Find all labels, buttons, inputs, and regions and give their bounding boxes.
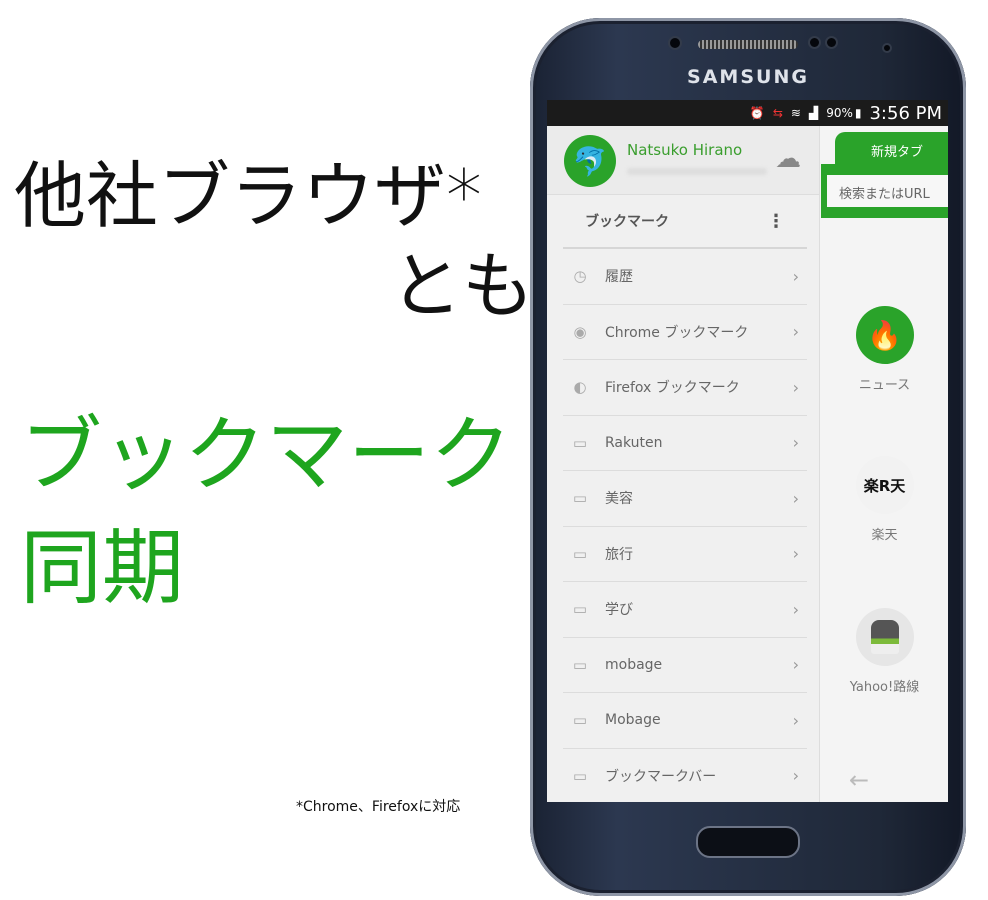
bookmark-item[interactable]: ▭ 学び › — [563, 582, 807, 638]
user-email-blurred — [627, 168, 767, 175]
url-input[interactable]: 検索またはURL — [827, 175, 948, 207]
signal-icon: ▟ — [808, 106, 819, 120]
browser-panel: 新規タブ 検索またはURL 🔥 ニュース 楽R天 楽天 Yahoo!路線 ← → — [821, 126, 948, 802]
battery-percent: 90% — [826, 106, 853, 120]
bookmark-label: 旅行 — [605, 546, 633, 563]
data-transfer-icon: ⇆ — [772, 106, 783, 120]
wifi-icon: ≋ — [790, 106, 801, 120]
chevron-right-icon: › — [792, 433, 799, 453]
nav-bar: ← → — [849, 766, 948, 794]
bookmark-item[interactable]: ◉ Chrome ブックマーク › — [563, 305, 807, 360]
chevron-right-icon: › — [792, 599, 799, 619]
front-camera-icon — [882, 43, 892, 53]
phone-screen: ⏰ ⇆ ≋ ▟ 90% ▮ 3:56 PM 🐬 Natsuko Hirano ☁… — [547, 100, 948, 802]
folder-icon: ▭ — [572, 655, 588, 674]
headline-line4: 同期 — [20, 521, 185, 616]
chrome-icon: ◉ — [573, 322, 587, 341]
headline-line2: とも — [390, 244, 535, 328]
footnote: *Chrome、Firefoxに対応 — [296, 799, 461, 815]
bookmark-label: 美容 — [605, 491, 633, 508]
chevron-right-icon: › — [792, 710, 799, 730]
back-arrow-icon[interactable]: ← — [849, 766, 869, 794]
speed-dial-news[interactable]: 🔥 ニュース — [821, 306, 948, 393]
speed-dial-label: ニュース — [858, 378, 911, 393]
sensor-icon — [825, 36, 838, 49]
chevron-right-icon: › — [792, 655, 799, 675]
sensor-icon — [668, 36, 682, 50]
bookmark-label: mobage — [605, 656, 663, 673]
bookmark-label: ブックマークバー — [605, 768, 717, 785]
train-icon — [855, 608, 914, 666]
speed-dial-label: Yahoo!路線 — [849, 680, 920, 695]
bookmark-label: Chrome ブックマーク — [605, 324, 749, 341]
speed-dial-rakuten[interactable]: 楽R天 楽天 — [821, 456, 948, 543]
speed-dial-yahoo-route[interactable]: Yahoo!路線 — [821, 608, 948, 695]
status-bar: ⏰ ⇆ ≋ ▟ 90% ▮ 3:56 PM — [547, 100, 948, 126]
bookmark-item[interactable]: ▭ 美容 › — [563, 471, 807, 527]
clock: 3:56 PM — [869, 102, 942, 124]
clock-icon: ◷ — [573, 267, 587, 286]
alarm-icon: ⏰ — [749, 106, 765, 120]
folder-icon: ▭ — [572, 711, 588, 730]
rakuten-logo: 楽R天 — [855, 456, 914, 514]
folder-icon: ▭ — [572, 489, 588, 508]
bookmark-item[interactable]: ▭ Mobage › — [563, 693, 807, 749]
section-title: ブックマーク — [585, 214, 669, 230]
chevron-right-icon: › — [792, 322, 799, 342]
dolphin-logo-icon: 🐬 — [564, 135, 616, 187]
flame-icon: 🔥 — [855, 306, 914, 364]
bookmark-label: Firefox ブックマーク — [605, 380, 740, 397]
chevron-right-icon: › — [792, 766, 799, 786]
folder-icon: ▭ — [572, 544, 588, 563]
cloud-sync-icon[interactable]: ☁ — [775, 144, 801, 174]
bookmark-drawer: 🐬 Natsuko Hirano ☁ ブックマーク ⋮ ◷ 履歴 › ◉ Chrome … — [547, 126, 820, 802]
speed-dial-label: 楽天 — [871, 528, 898, 543]
bookmark-item[interactable]: ▭ ブックマークバー › — [563, 749, 807, 803]
account-header[interactable]: 🐬 Natsuko Hirano ☁ — [547, 126, 819, 195]
headline-line1: 他社ブラウザ* — [14, 154, 483, 238]
chevron-right-icon: › — [792, 488, 799, 508]
firefox-icon: ◐ — [573, 378, 587, 397]
chevron-right-icon: › — [792, 544, 799, 564]
user-name: Natsuko Hirano — [627, 141, 743, 159]
bookmark-item[interactable]: ◷ 履歴 › — [563, 249, 807, 305]
folder-icon: ▭ — [572, 766, 588, 785]
brand-logo: SAMSUNG — [687, 66, 809, 88]
battery-icon: ▮ — [854, 106, 862, 120]
sensor-icon — [808, 36, 821, 49]
chevron-right-icon: › — [792, 377, 799, 397]
tab-new[interactable]: 新規タブ — [835, 132, 948, 164]
chevron-right-icon: › — [792, 266, 799, 286]
bookmark-label: 履歴 — [605, 269, 633, 286]
bookmark-item[interactable]: ▭ mobage › — [563, 638, 807, 693]
bookmark-label: 学び — [605, 602, 633, 619]
speaker-grille — [698, 40, 798, 49]
bookmark-label: Rakuten — [605, 434, 663, 451]
tab-bar: 新規タブ 検索またはURL — [821, 126, 948, 221]
folder-icon: ▭ — [572, 600, 588, 619]
bookmark-item[interactable]: ▭ 旅行 › — [563, 527, 807, 582]
more-menu-icon[interactable]: ⋮ — [767, 211, 785, 232]
folder-icon: ▭ — [572, 433, 588, 452]
bookmark-label: Mobage — [605, 712, 661, 729]
bookmark-item[interactable]: ▭ Rakuten › — [563, 416, 807, 471]
section-header: ブックマーク ⋮ — [563, 195, 807, 249]
headline-line3: ブックマーク — [20, 408, 513, 503]
bookmark-item[interactable]: ◐ Firefox ブックマーク › — [563, 360, 807, 416]
url-bar-container: 検索またはURL — [821, 164, 948, 218]
home-button[interactable] — [696, 826, 800, 858]
